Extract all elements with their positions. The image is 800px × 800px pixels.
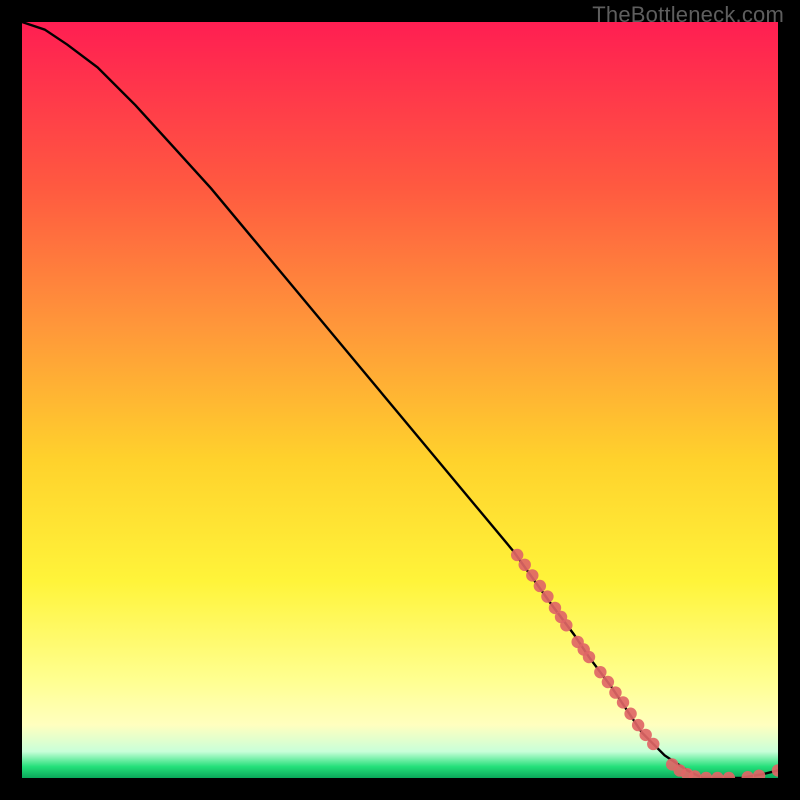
gradient-rect [22, 22, 778, 778]
watermark-text: TheBottleneck.com [592, 2, 784, 28]
gradient-background [22, 22, 778, 778]
chart-stage: TheBottleneck.com [0, 0, 800, 800]
plot-area [22, 22, 778, 778]
